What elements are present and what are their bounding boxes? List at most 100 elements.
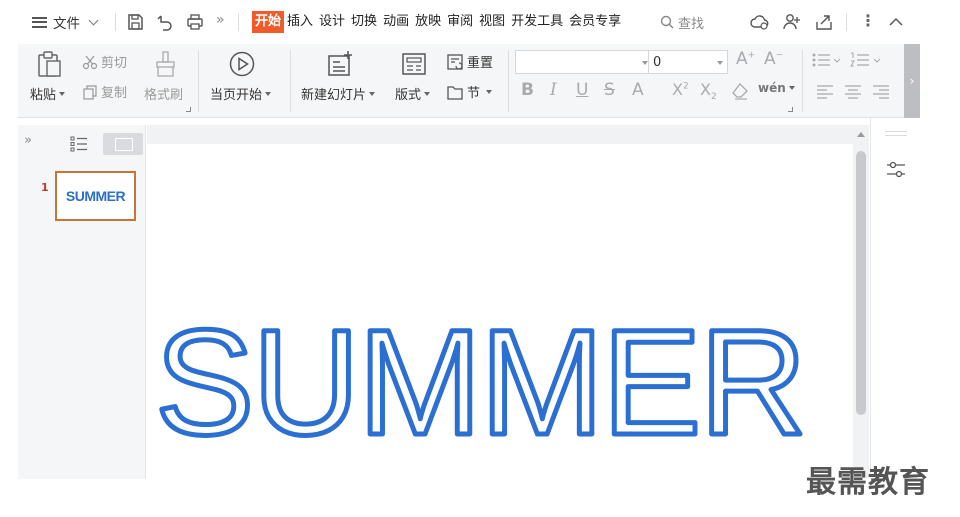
scrollbar-thumb[interactable]: [856, 151, 866, 415]
play-icon[interactable]: [228, 50, 256, 78]
clipboard-group-launcher-icon[interactable]: [186, 107, 191, 112]
paste-button[interactable]: 粘贴: [30, 84, 66, 103]
tab-review[interactable]: 审阅: [444, 11, 476, 33]
slide-editing-area: SUMMER: [147, 125, 853, 479]
save-icon[interactable]: [126, 13, 144, 31]
ribbon-scroll-right-button[interactable]: ›: [904, 44, 920, 118]
collapse-ribbon-icon[interactable]: [886, 12, 906, 32]
cut-label: 剪切: [101, 56, 128, 71]
divider: [885, 135, 907, 136]
format-painter-icon[interactable]: [154, 50, 178, 78]
new-slide-icon[interactable]: [326, 50, 354, 78]
slide-thumbnail-panel: » 1 SUMMER: [18, 125, 146, 479]
tab-animations[interactable]: 动画: [380, 11, 412, 33]
bold-icon[interactable]: B: [521, 80, 534, 100]
chevron-down-icon: [88, 15, 99, 25]
divider: [885, 131, 907, 132]
slide-number: 1: [41, 181, 49, 194]
file-menu[interactable]: 文件: [32, 11, 99, 33]
play-from-current-label: 当页开始: [210, 88, 263, 103]
align-center-icon[interactable]: [844, 84, 862, 100]
tab-transitions[interactable]: 切换: [348, 11, 380, 33]
more-commands-icon[interactable]: »: [216, 12, 224, 28]
task-pane: [870, 118, 918, 479]
strikethrough-icon[interactable]: S: [604, 80, 615, 100]
phonetic-guide-button[interactable]: wén: [758, 81, 795, 95]
layout-button[interactable]: 版式: [395, 84, 431, 103]
slide-view-button[interactable]: [103, 133, 143, 155]
tab-member[interactable]: 会员专享: [566, 11, 624, 33]
print-icon[interactable]: [186, 13, 204, 31]
search-icon: [660, 15, 674, 29]
layout-label: 版式: [395, 88, 422, 103]
reset-button[interactable]: 重置: [446, 52, 493, 71]
tab-view[interactable]: 视图: [476, 11, 508, 33]
properties-icon[interactable]: [885, 160, 907, 180]
copy-button[interactable]: 复制: [82, 82, 127, 101]
reset-icon: [447, 53, 463, 70]
font-group-launcher-icon[interactable]: [788, 107, 793, 112]
italic-icon[interactable]: I: [550, 80, 557, 100]
paste-icon[interactable]: [36, 50, 64, 78]
slide-title-text: SUMMER: [155, 298, 805, 466]
copy-icon: [83, 84, 97, 100]
tab-insert[interactable]: 插入: [284, 11, 316, 33]
share-icon[interactable]: [814, 12, 834, 32]
section-label: 节: [467, 86, 481, 101]
ribbon-toolbar: 粘贴 剪切 复制 格式刷 当页开始 新建幻灯片 版式 重置 节 0 A+ A− …: [18, 44, 920, 118]
decrease-font-size-icon[interactable]: A−: [764, 49, 783, 69]
superscript-icon[interactable]: X2: [672, 80, 689, 99]
tab-slideshow[interactable]: 放映: [412, 11, 444, 33]
cloud-sync-icon[interactable]: [750, 12, 770, 32]
underline-icon[interactable]: U: [576, 80, 588, 100]
vertical-scrollbar[interactable]: [853, 125, 869, 479]
section-button[interactable]: 节: [446, 82, 493, 101]
font-size-value: 0: [653, 54, 662, 70]
increase-font-size-icon[interactable]: A+: [736, 49, 755, 69]
divider: [802, 50, 803, 112]
slide-canvas[interactable]: SUMMER: [147, 144, 853, 479]
collaborate-icon[interactable]: [782, 12, 802, 32]
scissors-icon: [82, 55, 98, 69]
format-painter-button[interactable]: 格式刷: [144, 84, 183, 103]
expand-panel-icon[interactable]: »: [24, 133, 32, 148]
search-label: 查找: [678, 16, 705, 32]
watermark-text: 最需教育: [806, 465, 930, 500]
file-menu-label: 文件: [53, 16, 80, 32]
title-text-box[interactable]: SUMMER: [147, 144, 853, 479]
divider: [508, 50, 509, 112]
play-from-current-button[interactable]: 当页开始: [210, 84, 272, 103]
scroll-up-icon[interactable]: [857, 132, 865, 137]
tab-design[interactable]: 设计: [316, 11, 348, 33]
align-left-icon[interactable]: [816, 84, 834, 100]
new-slide-button[interactable]: 新建幻灯片: [301, 84, 376, 103]
menu-bar: 文件 » 开始 插入 设计 切换 动画 放映 审阅 视图 开发工具 会员专享 查…: [0, 0, 960, 44]
tab-developer[interactable]: 开发工具: [508, 11, 566, 33]
more-options-icon[interactable]: ⋮: [860, 11, 876, 30]
font-color-icon[interactable]: A: [632, 80, 644, 100]
font-size-select[interactable]: 0: [648, 50, 728, 74]
slide-thumbnail-text: SUMMER: [65, 188, 126, 204]
clear-format-icon[interactable]: [731, 82, 749, 100]
undo-icon[interactable]: [156, 13, 174, 31]
slide-thumbnail[interactable]: SUMMER: [55, 171, 136, 221]
numbered-list-icon[interactable]: [850, 52, 884, 68]
divider: [238, 13, 239, 31]
cut-button[interactable]: 剪切: [82, 52, 127, 71]
tab-home[interactable]: 开始: [252, 11, 285, 33]
bullet-list-icon[interactable]: [812, 52, 842, 68]
chevron-right-icon: ›: [909, 74, 915, 88]
align-right-icon[interactable]: [872, 84, 890, 100]
copy-label: 复制: [101, 86, 128, 101]
outline-view-icon[interactable]: [70, 136, 88, 152]
subscript-icon[interactable]: X2: [700, 80, 717, 102]
paste-label: 粘贴: [30, 88, 57, 103]
divider: [290, 50, 291, 112]
search-box[interactable]: 查找: [660, 11, 704, 33]
phonetic-guide-label: wén: [758, 81, 786, 95]
layout-icon[interactable]: [401, 52, 427, 76]
format-painter-label: 格式刷: [144, 88, 184, 103]
chevron-down-icon: [717, 61, 723, 65]
hamburger-icon: [32, 16, 47, 28]
font-name-select[interactable]: [515, 50, 655, 74]
